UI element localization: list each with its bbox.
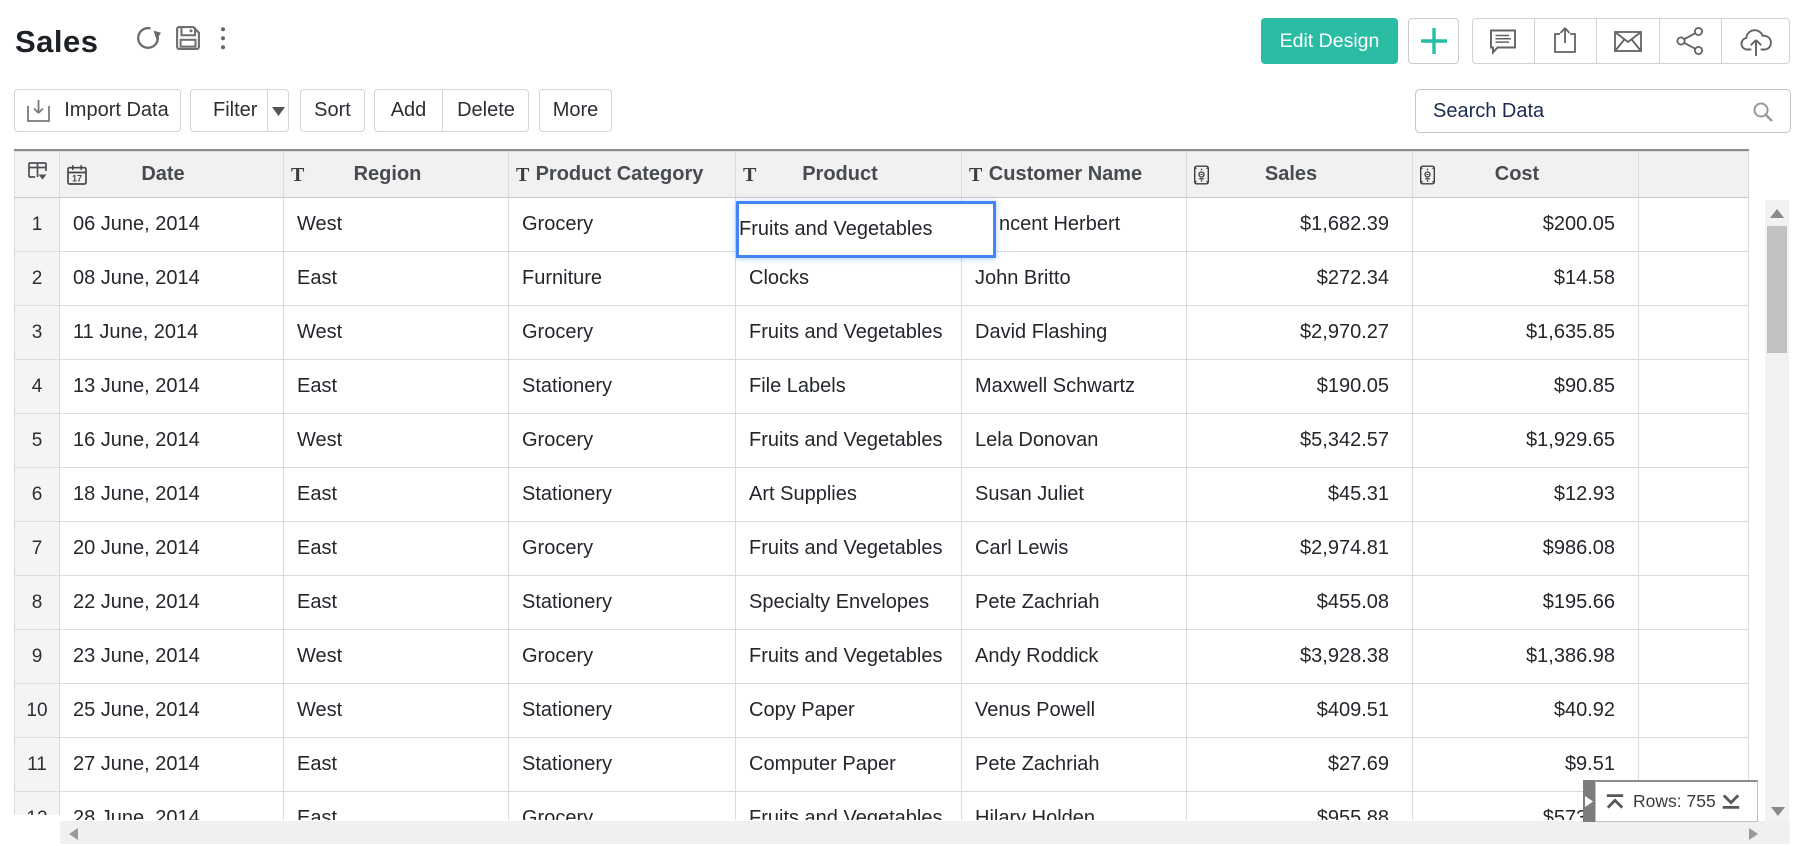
svg-text:17: 17 — [72, 173, 82, 183]
